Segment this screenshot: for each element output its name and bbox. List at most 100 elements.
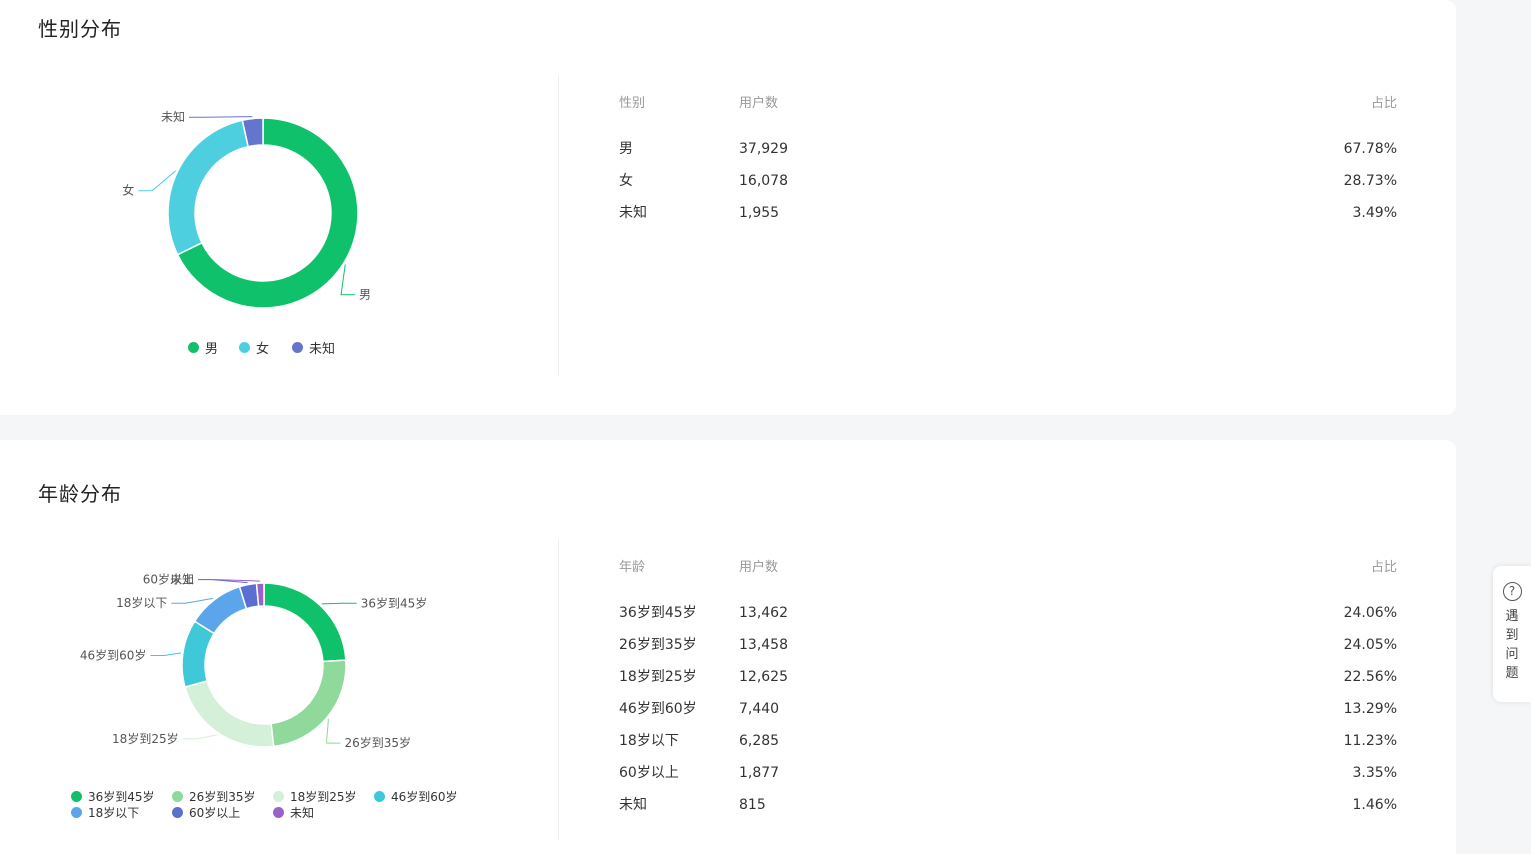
legend-dot-icon — [273, 807, 284, 818]
row-label: 36岁到45岁 — [619, 605, 697, 621]
row-users: 6,285 — [739, 733, 780, 749]
legend-item[interactable]: 未知 — [292, 338, 335, 357]
row-ratio: 13.29% — [1343, 701, 1397, 717]
legend-dot-icon — [188, 342, 199, 353]
legend-label: 36岁到45岁 — [88, 790, 155, 804]
row-users: 13,458 — [739, 637, 788, 653]
section-divider — [558, 540, 559, 840]
row-users: 1,877 — [739, 765, 780, 781]
legend-item[interactable]: 60岁以上 — [172, 804, 240, 821]
row-users: 13,462 — [739, 605, 788, 621]
slice-label: 女 — [122, 183, 134, 198]
gender-donut-chart: 男 女 未知 — [122, 110, 371, 309]
table-row: 18岁以下 6,285 11.23% — [619, 725, 1397, 757]
legend-dot-icon — [374, 791, 385, 802]
donut-slice[interactable] — [167, 119, 250, 256]
row-ratio: 24.06% — [1343, 605, 1397, 621]
header-users: 用户数 — [739, 96, 779, 111]
table-row: 未知 1,955 3.49% — [619, 197, 1397, 229]
leader-line — [340, 264, 356, 296]
donut-slice[interactable] — [270, 659, 347, 748]
slice-label: 36岁到45岁 — [361, 595, 428, 610]
header-gender: 性别 — [619, 96, 646, 111]
legend-item[interactable]: 46岁到60岁 — [374, 788, 458, 805]
legend-item[interactable]: 男 — [188, 338, 218, 357]
table-row: 18岁到25岁 12,625 22.56% — [619, 661, 1397, 693]
slice-label: 未知 — [170, 573, 194, 587]
help-label: 遇到问题 — [1505, 609, 1519, 681]
table-row: 26岁到35岁 13,458 24.05% — [619, 629, 1397, 661]
help-widget[interactable]: ? 遇到问题 — [1493, 566, 1531, 702]
row-label: 未知 — [619, 797, 647, 813]
table-row: 男 37,929 67.78% — [619, 133, 1397, 165]
legend-item[interactable]: 未知 — [273, 804, 314, 821]
slice-label: 26岁到35岁 — [344, 735, 411, 750]
row-label: 46岁到60岁 — [619, 701, 697, 717]
leader-line — [138, 170, 176, 192]
row-ratio: 22.56% — [1343, 669, 1397, 685]
leader-line — [171, 597, 213, 604]
legend-item[interactable]: 18岁以下 — [71, 804, 139, 821]
header-age: 年龄 — [619, 560, 646, 575]
legend-label: 26岁到35岁 — [189, 790, 256, 804]
row-ratio: 28.73% — [1343, 173, 1397, 189]
table-header: 年龄 用户数 占比 — [619, 552, 1397, 584]
row-ratio: 67.78% — [1343, 141, 1397, 157]
row-label: 60岁以上 — [619, 765, 679, 781]
slice-label: 46岁到60岁 — [80, 647, 147, 662]
table-header: 性别 用户数 占比 — [619, 88, 1397, 120]
leader-line — [182, 734, 218, 740]
legend-label: 18岁到25岁 — [290, 790, 357, 804]
question-circle-icon: ? — [1502, 582, 1522, 601]
table-row: 46岁到60岁 7,440 13.29% — [619, 693, 1397, 725]
row-users: 815 — [739, 797, 766, 813]
header-ratio: 占比 — [1370, 560, 1397, 575]
section-divider — [558, 76, 559, 376]
age-distribution-card: 年龄分布 36岁到45岁 26岁到35岁 18岁到25岁 46岁到60岁 18岁以下 60… — [0, 440, 1456, 854]
legend-dot-icon — [172, 791, 183, 802]
leader-line — [325, 718, 341, 744]
row-label: 18岁到25岁 — [619, 669, 697, 685]
row-ratio: 1.46% — [1352, 797, 1397, 813]
leader-line — [321, 602, 357, 605]
donut-slice[interactable] — [193, 585, 248, 635]
row-users: 16,078 — [739, 173, 788, 189]
table-row: 女 16,078 28.73% — [619, 165, 1397, 197]
table-row: 60岁以上 1,877 3.35% — [619, 757, 1397, 789]
donut-slice[interactable] — [263, 582, 347, 663]
legend-item[interactable]: 女 — [239, 338, 269, 357]
legend-dot-icon — [239, 342, 250, 353]
slice-label: 男 — [359, 288, 371, 302]
header-users: 用户数 — [739, 560, 779, 575]
row-users: 7,440 — [739, 701, 780, 717]
legend-label: 未知 — [309, 342, 336, 357]
slice-label: 未知 — [161, 110, 185, 124]
slice-label: 18岁到25岁 — [112, 731, 179, 746]
legend-item[interactable]: 36岁到45岁 — [71, 788, 155, 805]
donut-slice[interactable] — [255, 582, 265, 608]
legend-label: 18岁以下 — [88, 806, 140, 820]
donut-slice[interactable] — [184, 679, 275, 748]
row-label: 26岁到35岁 — [619, 637, 697, 653]
leader-line — [150, 652, 181, 656]
row-label: 18岁以下 — [619, 733, 679, 749]
row-label: 男 — [619, 141, 633, 157]
row-ratio: 3.49% — [1352, 205, 1397, 221]
legend-item[interactable]: 26岁到35岁 — [172, 788, 256, 805]
legend-dot-icon — [71, 791, 82, 802]
legend-dot-icon — [273, 791, 284, 802]
legend-dot-icon — [172, 807, 183, 818]
leader-line — [188, 116, 253, 118]
slice-label: 18岁以下 — [116, 595, 167, 610]
row-label: 女 — [619, 173, 633, 189]
row-ratio: 3.35% — [1352, 765, 1397, 781]
row-label: 未知 — [619, 205, 647, 221]
legend-item[interactable]: 18岁到25岁 — [273, 788, 357, 805]
row-users: 1,955 — [739, 205, 780, 221]
table-row: 36岁到45岁 13,462 24.06% — [619, 597, 1397, 629]
legend-label: 男 — [205, 342, 219, 357]
row-users: 12,625 — [739, 669, 788, 685]
table-row: 未知 815 1.46% — [619, 789, 1397, 821]
row-ratio: 11.23% — [1343, 733, 1397, 749]
row-users: 37,929 — [739, 141, 788, 157]
